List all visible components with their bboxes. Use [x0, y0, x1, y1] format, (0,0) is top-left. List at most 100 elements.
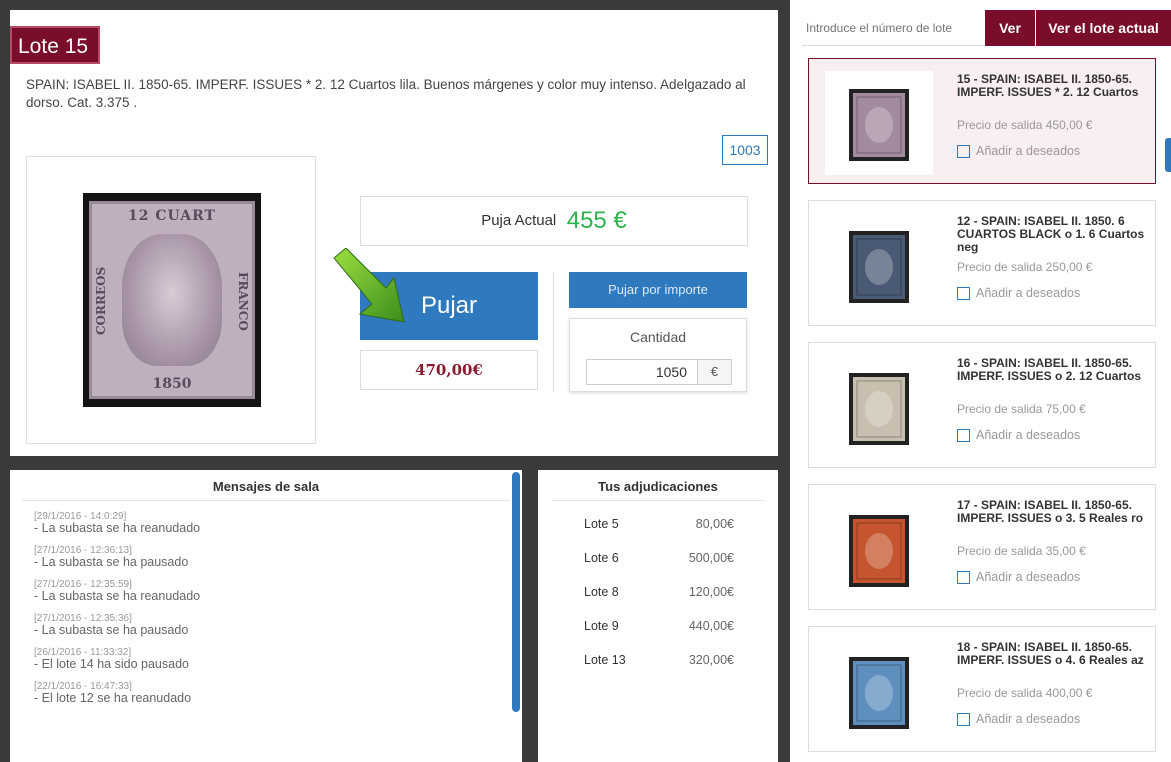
next-bid-amount: 470,00€	[360, 350, 538, 390]
stamp-thumbnail-icon	[849, 373, 909, 445]
cantidad-input[interactable]	[586, 359, 698, 385]
add-to-wishlist[interactable]: Añadir a deseados	[957, 570, 1080, 584]
adjudicacion-lote: Lote 5	[584, 517, 619, 531]
currency-addon: €	[698, 359, 732, 385]
adjudicacion-row: Lote 5 80,00€	[538, 507, 778, 541]
adjudicacion-row: Lote 13 320,00€	[538, 643, 778, 677]
adjudicacion-lote: Lote 6	[584, 551, 619, 565]
checkbox-icon[interactable]	[957, 712, 970, 726]
divider	[553, 272, 554, 392]
chat-text: - El lote 14 ha sido pausado	[34, 657, 189, 671]
adjudicacion-row: Lote 9 440,00€	[538, 609, 778, 643]
stamp-thumbnail-icon	[849, 515, 909, 587]
add-to-wishlist[interactable]: Añadir a deseados	[957, 144, 1080, 158]
lot-card[interactable]: 15 - SPAIN: ISABEL II. 1850-65. IMPERF. …	[808, 58, 1156, 184]
lot-counter: 1003	[722, 135, 768, 165]
adjudicacion-row: Lote 8 120,00€	[538, 575, 778, 609]
chat-message: [27/1/2016 - 12:35:36] - La subasta se ha…	[10, 613, 522, 637]
current-bid-box: Puja Actual 455 €	[360, 196, 748, 246]
stamp-image-frame[interactable]: 12 CUART 1850 CORREOS FRANCO	[26, 156, 316, 444]
adjudicacion-lote: Lote 8	[584, 585, 619, 599]
lot-card-title[interactable]: 17 - SPAIN: ISABEL II. 1850-65. IMPERF. …	[957, 499, 1153, 525]
chat-message: [26/1/2016 - 11:33:32] - El lote 14 ha si…	[10, 647, 522, 671]
adjudicacion-row: Lote 6 500,00€	[538, 541, 778, 575]
stamp-bottom-text: 1850	[152, 376, 192, 392]
pujar-por-importe-button[interactable]: Pujar por importe	[569, 272, 747, 308]
wishlist-label: Añadir a deseados	[976, 428, 1081, 442]
checkbox-icon[interactable]	[957, 286, 970, 300]
wishlist-label: Añadir a deseados	[976, 286, 1081, 300]
stamp-image: 12 CUART 1850 CORREOS FRANCO	[83, 193, 261, 407]
ver-button[interactable]: Ver	[985, 10, 1035, 46]
lot-card[interactable]: 18 - SPAIN: ISABEL II. 1850-65. IMPERF. …	[808, 626, 1156, 752]
lot-panel: Lote 15 SPAIN: ISABEL II. 1850-65. IMPER…	[10, 10, 778, 456]
lot-card-title[interactable]: 16 - SPAIN: ISABEL II. 1850-65. IMPERF. …	[957, 357, 1153, 383]
lots-sidebar: Ver Ver el lote actual 15 - SPAIN: ISABE…	[790, 0, 1171, 762]
lot-card-price: Precio de salida 250,00 €	[957, 260, 1093, 274]
importe-box: Cantidad €	[569, 318, 747, 392]
lot-thumbnail	[825, 639, 933, 743]
adjudicaciones-panel: Tus adjudicaciones Lote 5 80,00€ Lote 6 500…	[538, 470, 778, 762]
checkbox-icon[interactable]	[957, 428, 970, 442]
lot-card-title[interactable]: 12 - SPAIN: ISABEL II. 1850. 6 CUARTOS B…	[957, 215, 1153, 254]
lot-thumbnail	[825, 497, 933, 601]
chat-message-list[interactable]: [29/1/2016 - 14:0:29] - La subasta se ha …	[10, 511, 522, 705]
arrow-icon	[333, 248, 405, 323]
lot-card-title[interactable]: 18 - SPAIN: ISABEL II. 1850-65. IMPERF. …	[957, 641, 1153, 667]
lot-card[interactable]: 17 - SPAIN: ISABEL II. 1850-65. IMPERF. …	[808, 484, 1156, 610]
wishlist-label: Añadir a deseados	[976, 712, 1081, 726]
cantidad-label: Cantidad	[629, 329, 687, 345]
stamp-thumbnail-icon	[849, 657, 909, 729]
adjudicacion-amount: 500,00€	[688, 551, 734, 565]
lot-card-price: Precio de salida 450,00 €	[957, 118, 1093, 132]
lot-thumbnail	[825, 71, 933, 175]
adjudicacion-amount: 440,00€	[688, 619, 734, 633]
chat-text: - La subasta se ha pausado	[34, 555, 189, 569]
checkbox-icon[interactable]	[957, 144, 970, 158]
chat-message: [27/1/2016 - 12:36:13] - La subasta se ha…	[10, 545, 522, 569]
lot-description: SPAIN: ISABEL II. 1850-65. IMPERF. ISSUE…	[26, 77, 746, 110]
add-to-wishlist[interactable]: Añadir a deseados	[957, 428, 1080, 442]
lot-badge: Lote 15	[10, 26, 101, 64]
chat-text: - El lote 12 se ha reanudado	[34, 691, 192, 705]
lot-thumbnail	[825, 355, 933, 459]
chat-message: [27/1/2016 - 12:35:59] - La subasta se ha…	[10, 579, 522, 603]
current-bid-label: Puja Actual	[481, 212, 557, 229]
lot-number-input[interactable]	[802, 10, 984, 46]
lot-card[interactable]: 12 - SPAIN: ISABEL II. 1850. 6 CUARTOS B…	[808, 200, 1156, 326]
chat-title: Mensajes de sala	[22, 470, 510, 501]
adjudicaciones-list: Lote 5 80,00€ Lote 6 500,00€ Lote 8 120,00€ Lo…	[538, 501, 778, 677]
stamp-right-text: FRANCO	[236, 271, 250, 331]
current-bid-value: 455 €	[566, 207, 627, 234]
chat-text: - La subasta se ha reanudado	[34, 589, 201, 603]
adjudicacion-amount: 80,00€	[695, 517, 734, 531]
adjudicacion-lote: Lote 9	[584, 619, 619, 633]
lot-search-bar: Ver Ver el lote actual	[790, 10, 1171, 46]
chat-message: [22/1/2016 - 16:47:33] - El lote 12 se ha…	[10, 681, 522, 705]
wishlist-label: Añadir a deseados	[976, 144, 1081, 158]
stamp-top-text: 12 CUART	[128, 208, 216, 224]
chat-scrollbar[interactable]	[512, 472, 520, 712]
chat-message: [29/1/2016 - 14:0:29] - La subasta se ha …	[10, 511, 522, 535]
sidebar-scrollbar[interactable]	[1165, 138, 1171, 172]
adjudicaciones-title: Tus adjudicaciones	[552, 470, 764, 501]
stamp-thumbnail-icon	[849, 89, 909, 161]
adjudicacion-amount: 320,00€	[688, 653, 734, 667]
add-to-wishlist[interactable]: Añadir a deseados	[957, 286, 1080, 300]
stamp-thumbnail-icon	[849, 231, 909, 303]
checkbox-icon[interactable]	[957, 570, 970, 584]
wishlist-label: Añadir a deseados	[976, 570, 1081, 584]
lot-card-price: Precio de salida 35,00 €	[957, 544, 1086, 558]
stamp-portrait	[122, 234, 222, 366]
chat-text: - La subasta se ha pausado	[34, 623, 189, 637]
stamp-left-text: CORREOS	[94, 266, 108, 336]
chat-text: - La subasta se ha reanudado	[34, 521, 201, 535]
chat-panel: Mensajes de sala [29/1/2016 - 14:0:29] - …	[10, 470, 522, 762]
lot-thumbnail	[825, 213, 933, 317]
lot-card[interactable]: 16 - SPAIN: ISABEL II. 1850-65. IMPERF. …	[808, 342, 1156, 468]
ver-lote-actual-button[interactable]: Ver el lote actual	[1036, 10, 1171, 46]
lot-card-price: Precio de salida 75,00 €	[957, 402, 1086, 416]
lot-card-title[interactable]: 15 - SPAIN: ISABEL II. 1850-65. IMPERF. …	[957, 73, 1153, 99]
add-to-wishlist[interactable]: Añadir a deseados	[957, 712, 1080, 726]
adjudicacion-amount: 120,00€	[688, 585, 734, 599]
